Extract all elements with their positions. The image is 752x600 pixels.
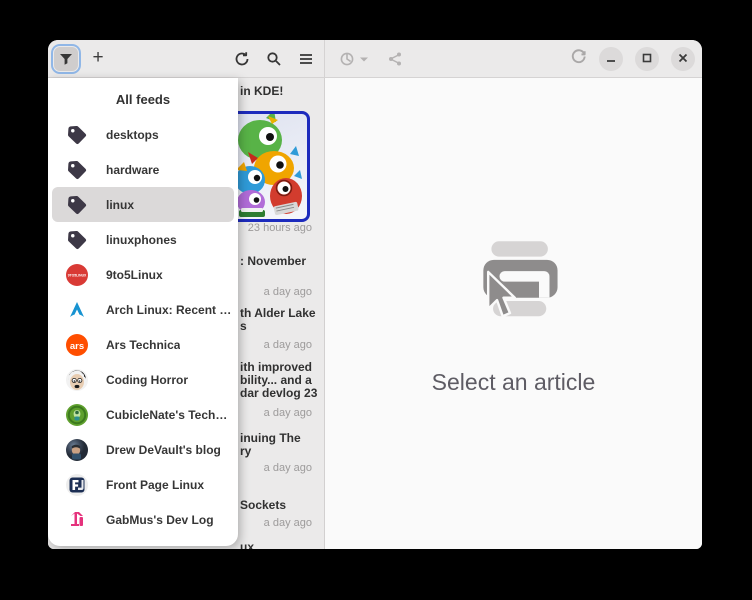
content-pane: Select an article [325, 78, 702, 549]
drew-devault-favicon [65, 438, 89, 462]
chevron-down-icon [359, 55, 369, 63]
konqi-dragons-image [238, 114, 304, 219]
feed-label: GabMus's Dev Log [106, 513, 214, 527]
desktop-background: { "header": { "add_label": "+" }, "popov… [0, 0, 752, 600]
share-button[interactable] [383, 47, 407, 71]
feed-item-front-page-linux[interactable]: Front Page Linux [52, 467, 234, 502]
minimize-icon [606, 51, 616, 66]
search-button[interactable] [262, 47, 286, 71]
feed-item-drew-devault[interactable]: Drew DeVault's blog [52, 432, 234, 467]
feed-item-gabmus[interactable]: GabMus's Dev Log [52, 502, 234, 537]
app-window: + [48, 40, 702, 549]
headerbar-left: + [48, 40, 325, 77]
funnel-icon [58, 51, 74, 67]
tag-item-linux[interactable]: linux [52, 187, 234, 222]
feed-label: CubicleNate's Techpad [106, 408, 234, 422]
article-timestamp: a day ago [264, 460, 312, 476]
article-timestamp: a day ago [264, 515, 312, 531]
feed-item-9to5linux[interactable]: 9TO5LINUX 9to5Linux [52, 257, 234, 292]
minimize-button[interactable] [599, 47, 623, 71]
globe-icon [339, 51, 355, 67]
filter-feeds-button[interactable] [54, 47, 78, 71]
tag-item-linuxphones[interactable]: linuxphones [52, 222, 234, 257]
headerbar-right [325, 40, 702, 77]
feeds-app-empty-icon [464, 232, 564, 333]
article-timestamp: a day ago [264, 284, 312, 300]
close-icon [678, 51, 688, 66]
maximize-icon [642, 51, 652, 66]
coding-horror-favicon [65, 368, 89, 392]
feeds-popover: All feeds desktops hardware linux linuxp… [48, 78, 238, 546]
article-title-fragment[interactable]: in KDE! [240, 83, 283, 99]
feed-item-arch-linux[interactable]: Arch Linux: Recent ne… [52, 292, 234, 327]
tag-icon [65, 193, 89, 217]
empty-state-text: Select an article [432, 369, 596, 396]
article-timestamp: 23 hours ago [248, 220, 312, 236]
article-timestamp: a day ago [264, 337, 312, 353]
plus-icon: + [92, 48, 103, 67]
article-thumbnail[interactable] [238, 111, 310, 222]
article-title-fragment[interactable]: th Alder Lake [240, 305, 316, 321]
article-title-fragment[interactable]: s [240, 318, 247, 334]
feed-item-ars-technica[interactable]: ars Ars Technica [52, 327, 234, 362]
search-icon [266, 51, 282, 67]
tag-item-desktops[interactable]: desktops [52, 117, 234, 152]
9to5linux-favicon: 9TO5LINUX [65, 263, 89, 287]
svg-text:9TO5LINUX: 9TO5LINUX [68, 273, 87, 277]
tag-label: hardware [106, 163, 159, 177]
article-title-fragment[interactable]: : November [240, 253, 306, 269]
ars-technica-favicon: ars [65, 333, 89, 357]
front-page-linux-favicon [65, 473, 89, 497]
share-icon [387, 51, 403, 67]
popover-title: All feeds [48, 87, 238, 117]
hamburger-icon [298, 51, 314, 67]
refresh-icon [234, 51, 250, 67]
refresh-button[interactable] [230, 47, 254, 71]
add-feed-button[interactable]: + [86, 47, 110, 71]
feed-label: 9to5Linux [106, 268, 163, 282]
feed-label: Coding Horror [106, 373, 188, 387]
maximize-button[interactable] [635, 47, 659, 71]
feed-label: Drew DeVault's blog [106, 443, 221, 457]
tag-label: linux [106, 198, 134, 212]
menu-button[interactable] [294, 47, 318, 71]
feed-label: Front Page Linux [106, 478, 204, 492]
tag-icon [65, 158, 89, 182]
feed-label: Arch Linux: Recent ne… [106, 303, 234, 317]
gabmus-favicon [65, 508, 89, 532]
tag-item-hardware[interactable]: hardware [52, 152, 234, 187]
article-title-fragment[interactable]: ry [240, 443, 251, 459]
headerbar: + [48, 40, 702, 78]
close-button[interactable] [671, 47, 695, 71]
article-title-fragment[interactable]: Sockets [240, 497, 286, 513]
cubiclenate-favicon [65, 403, 89, 427]
tag-icon [65, 228, 89, 252]
feed-item-cubiclenate[interactable]: CubicleNate's Techpad [52, 397, 234, 432]
svg-text:ars: ars [70, 340, 84, 351]
tag-label: desktops [106, 128, 159, 142]
sync-progress-icon [570, 48, 587, 70]
tag-label: linuxphones [106, 233, 177, 247]
article-title-fragment[interactable]: dar devlog 23 [240, 385, 317, 401]
feed-label: Ars Technica [106, 338, 180, 352]
arch-linux-favicon [65, 298, 89, 322]
feed-item-coding-horror[interactable]: Coding Horror [52, 362, 234, 397]
view-mode-button[interactable] [337, 47, 371, 71]
article-timestamp: a day ago [264, 405, 312, 421]
tag-icon [65, 123, 89, 147]
article-title-fragment[interactable]: ux [240, 539, 254, 549]
